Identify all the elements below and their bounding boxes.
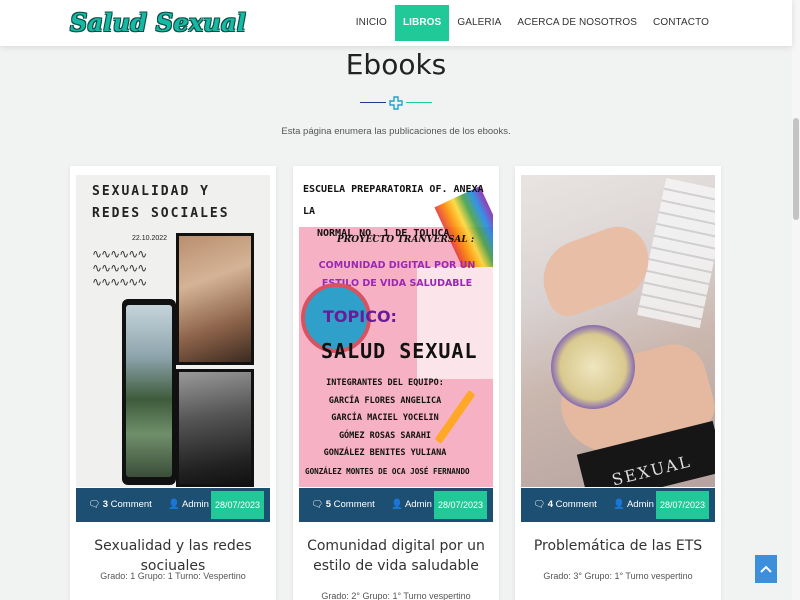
author-link[interactable]: 👤 Admin [391, 488, 432, 522]
post-meta-bar: 🗨 4 Comment 👤 Admin 28/07/2023 [521, 488, 715, 522]
cover-project-label: PROYECTO TRANVERSAL : [337, 235, 475, 245]
wave-decoration: ∿∿∿∿∿∿ [92, 275, 147, 289]
page-title: Ebooks [345, 48, 447, 81]
site-logo[interactable]: Salud Sexual [70, 8, 246, 37]
post-meta-bar: 🗨 3 Comment 👤 Admin 28/07/2023 [76, 488, 270, 522]
cover-photo-portrait [176, 233, 254, 365]
back-to-top-button[interactable] [755, 555, 777, 583]
ebook-card[interactable]: ESCUELA PREPARATORIA OF. ANEXA LA NORMAL… [293, 166, 499, 600]
medical-cross-icon [389, 96, 403, 110]
ebook-title[interactable]: Problemática de las ETS [521, 536, 715, 556]
author-link[interactable]: 👤 Admin [168, 488, 209, 522]
divider-line-right [406, 102, 432, 103]
divider-line-left [360, 102, 386, 103]
user-icon: 👤 [613, 499, 625, 510]
post-date-badge: 28/07/2023 [655, 491, 709, 519]
comments-link[interactable]: 🗨 4 Comment [533, 488, 597, 522]
cover-team-list: INTEGRANTES DEL EQUIPO: GARCÍA FLORES AN… [305, 378, 470, 476]
pill-pack-graphic [637, 177, 715, 329]
nav-item-inicio[interactable]: INICIO [348, 5, 395, 41]
comments-link[interactable]: 🗨 5 Comment [311, 488, 375, 522]
ebook-cover-image[interactable]: SEXUAL [521, 175, 715, 487]
scrollbar-thumb[interactable] [793, 118, 799, 220]
ebook-meta-text: Grado: 2° Grupo: 1° Turno vespertino [321, 591, 471, 600]
comments-link[interactable]: 🗨 3 Comment [88, 488, 152, 522]
cover-date: 22.10.2022 [132, 235, 168, 242]
ebook-meta-text: Grado: 3° Grupo: 1° Turno vespertino [543, 571, 693, 581]
ebook-card[interactable]: SEXUALIDAD Y REDES SOCIALES 22.10.2022 ∿… [70, 166, 276, 600]
user-icon: 👤 [391, 499, 403, 510]
ebook-title[interactable]: Comunidad digital por un estilo de vida … [299, 536, 493, 576]
comment-icon: 🗨 [311, 499, 324, 510]
comment-icon: 🗨 [88, 499, 101, 510]
chevron-up-icon [759, 561, 773, 577]
ebook-cover-image[interactable]: SEXUALIDAD Y REDES SOCIALES 22.10.2022 ∿… [76, 175, 270, 487]
post-date-badge: 28/07/2023 [210, 491, 264, 519]
cover-topic: SALUD SEXUAL [321, 339, 478, 363]
author-link[interactable]: 👤 Admin [613, 488, 654, 522]
nav-item-acerca[interactable]: ACERCA DE NOSOTROS [509, 5, 645, 41]
title-divider [360, 96, 432, 110]
comment-icon: 🗨 [533, 499, 546, 510]
nav-item-contacto[interactable]: CONTACTO [645, 5, 717, 41]
nav-item-galeria[interactable]: GALERIA [449, 5, 509, 41]
post-date-badge: 28/07/2023 [433, 491, 487, 519]
wave-decoration: ∿∿∿∿∿∿ [92, 247, 147, 261]
top-navbar: Salud Sexual INICIO LIBROS GALERIA ACERC… [0, 0, 792, 46]
user-icon: 👤 [168, 499, 180, 510]
post-meta-bar: 🗨 5 Comment 👤 Admin 28/07/2023 [299, 488, 493, 522]
main-nav: INICIO LIBROS GALERIA ACERCA DE NOSOTROS… [348, 5, 717, 41]
cover-tablet-graphic [122, 299, 176, 485]
page-scrollbar[interactable] [792, 0, 800, 600]
ebook-cover-image[interactable]: ESCUELA PREPARATORIA OF. ANEXA LA NORMAL… [299, 175, 493, 487]
nav-item-libros[interactable]: LIBROS [394, 5, 450, 41]
wave-decoration: ∿∿∿∿∿∿ [92, 261, 147, 275]
ebook-title[interactable]: Sexualidad y las redes sociuales [76, 536, 270, 576]
cover-title: SEXUALIDAD Y REDES SOCIALES [92, 184, 230, 221]
cover-photo-portrait [176, 369, 254, 487]
page-subtitle: Esta página enumera las publicaciones de… [281, 126, 511, 137]
ebook-meta-text: Grado: 1 Grupo: 1 Turno: Vespertino [100, 571, 246, 581]
ebook-card[interactable]: SEXUAL 🗨 4 Comment 👤 Admin 28/07/2023 Pr… [515, 166, 721, 600]
cover-topic-label: TOPICO: [323, 307, 397, 326]
